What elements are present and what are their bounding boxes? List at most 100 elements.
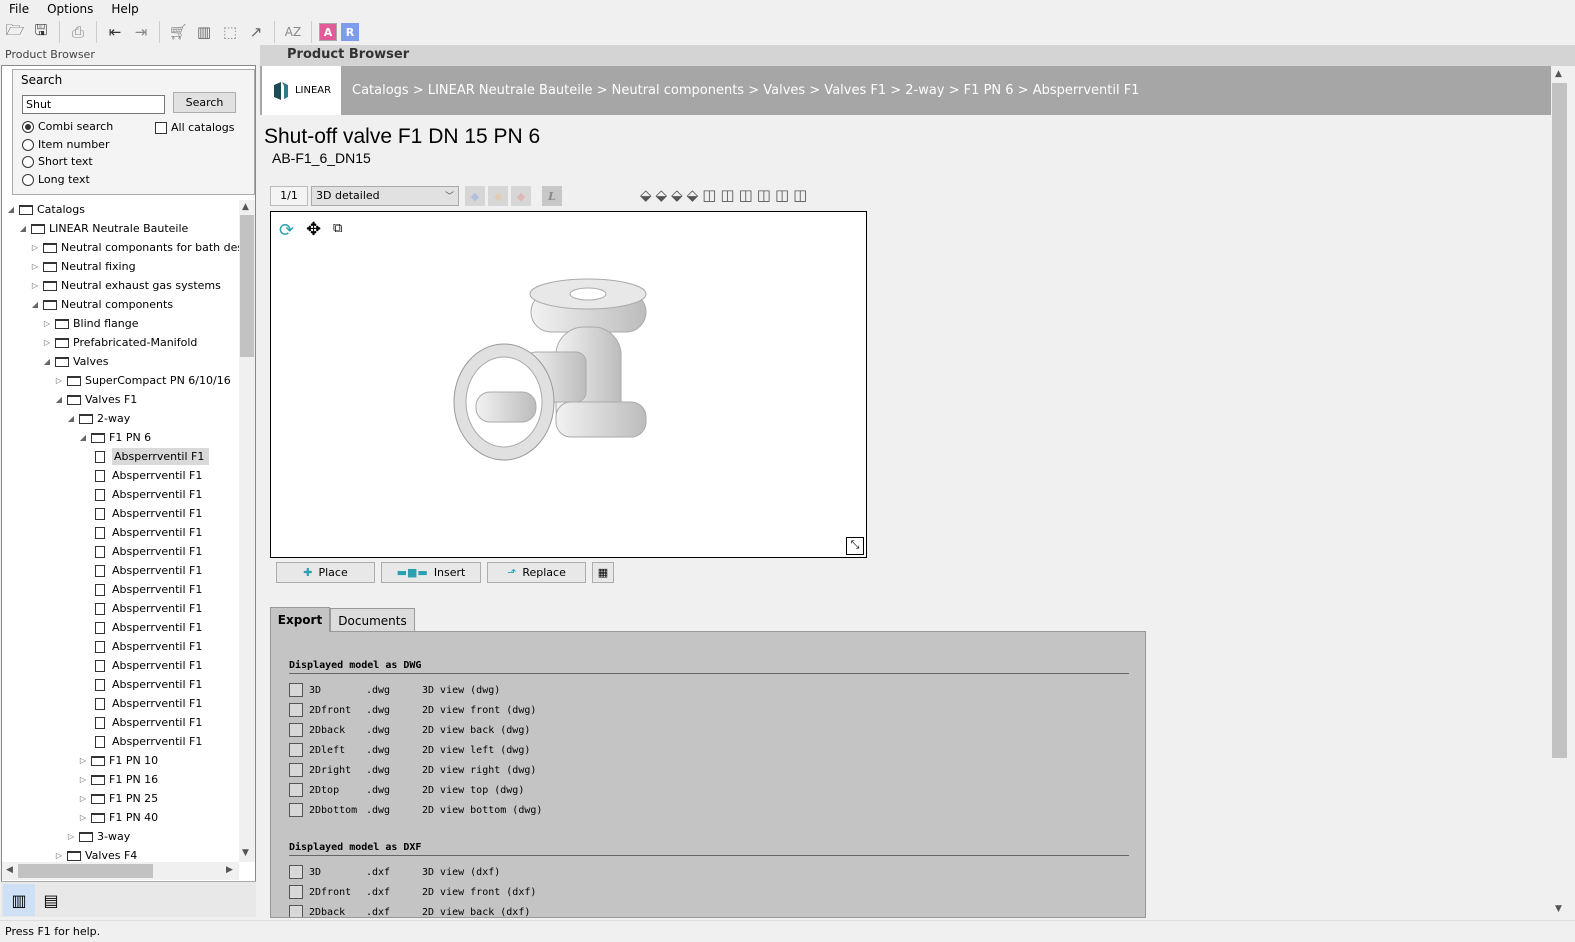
library-tab-icon[interactable]: ▥ — [3, 884, 35, 916]
tree-item[interactable]: Absperrventil F1 — [91, 694, 202, 713]
tree-item[interactable]: ◢ Valves — [43, 352, 109, 371]
view-top-icon[interactable]: ◫ — [775, 186, 789, 204]
tree-item[interactable]: Absperrventil F1 — [91, 656, 202, 675]
collapsed-arrow-icon[interactable]: ▷ — [43, 338, 51, 347]
export-row[interactable]: 2Dbottom .dwg 2D view bottom (dwg) — [289, 801, 542, 819]
collapsed-arrow-icon[interactable]: ▷ — [79, 775, 87, 784]
tree-item[interactable]: ▷ Neutral exhaust gas systems — [31, 276, 221, 295]
shade-red-icon[interactable]: ◆ — [511, 186, 531, 206]
view-left-icon[interactable]: ◫ — [739, 186, 753, 204]
scroll-up-icon[interactable]: ▲ — [1555, 69, 1562, 79]
radio-long-text[interactable]: Long text — [22, 173, 90, 186]
export-row[interactable]: 2Dfront .dwg 2D view front (dwg) — [289, 701, 536, 719]
pan-icon[interactable]: ✥ — [306, 219, 321, 240]
iso-view-4-icon[interactable]: ⬙ — [687, 186, 699, 204]
collapsed-arrow-icon[interactable]: ▷ — [67, 832, 75, 841]
zoom-window-icon[interactable]: ⧉ — [333, 221, 342, 236]
tree-item[interactable]: Absperrventil F1 — [91, 732, 202, 751]
export-icon[interactable]: ⇥ — [130, 21, 152, 43]
export-row[interactable]: 2Dright .dwg 2D view right (dwg) — [289, 761, 536, 779]
tree-item[interactable]: ▷ SuperCompact PN 6/10/16 — [55, 371, 231, 390]
light-icon[interactable]: L — [542, 186, 562, 206]
shade-blue-icon[interactable]: ◆ — [465, 186, 485, 206]
scroll-down-icon[interactable]: ▼ — [242, 848, 249, 858]
scroll-thumb[interactable] — [18, 864, 153, 878]
collapsed-arrow-icon[interactable]: ▷ — [43, 319, 51, 328]
tree-item[interactable]: Absperrventil F1 — [91, 523, 202, 542]
tree-item[interactable]: ◢ Valves F1 — [55, 390, 137, 409]
export-checkbox[interactable] — [289, 885, 303, 899]
export-checkbox[interactable] — [289, 743, 303, 757]
view-front-icon[interactable]: ◫ — [702, 186, 716, 204]
menu-options[interactable]: Options — [38, 0, 102, 18]
scroll-left-icon[interactable]: ◀ — [6, 865, 13, 875]
export-checkbox[interactable] — [289, 723, 303, 737]
tree-item[interactable]: ◢ LINEAR Neutrale Bauteile — [19, 219, 188, 238]
breadcrumb[interactable]: Catalogs > LINEAR Neutrale Bauteile > Ne… — [341, 83, 1139, 98]
open-folder-icon[interactable]: 🗁 — [4, 21, 26, 43]
tree-item[interactable]: Absperrventil F1 — [91, 675, 202, 694]
collapsed-arrow-icon[interactable]: ▷ — [79, 794, 87, 803]
tree-item[interactable]: Absperrventil F1 — [91, 561, 202, 580]
export-checkbox[interactable] — [289, 703, 303, 717]
expanded-arrow-icon[interactable]: ◢ — [31, 300, 39, 309]
cart-icon[interactable]: 🛒︎ — [167, 21, 189, 43]
export-checkbox[interactable] — [289, 783, 303, 797]
hatch-button[interactable]: ▦ — [592, 562, 614, 583]
view-bottom-icon[interactable]: ◫ — [793, 186, 807, 204]
all-catalogs-checkbox[interactable]: All catalogs — [155, 121, 234, 134]
scroll-right-icon[interactable]: ▶ — [226, 865, 233, 875]
tab-documents[interactable]: Documents — [330, 608, 415, 632]
tree-item[interactable]: ▷ F1 PN 25 — [79, 789, 158, 808]
expanded-arrow-icon[interactable]: ◢ — [79, 433, 87, 442]
tree-item[interactable]: ◢ F1 PN 6 — [79, 428, 151, 447]
replace-button[interactable]: ⬏ Replace — [487, 562, 586, 583]
scroll-thumb[interactable] — [1552, 83, 1567, 758]
scroll-thumb[interactable] — [240, 215, 254, 357]
collapsed-arrow-icon[interactable]: ▷ — [79, 756, 87, 765]
export-checkbox[interactable] — [289, 905, 303, 917]
rotate-icon[interactable]: ⟳ — [279, 220, 294, 241]
collapsed-arrow-icon[interactable]: ▷ — [79, 813, 87, 822]
tree-horizontal-scrollbar[interactable]: ◀ ▶ — [2, 862, 239, 880]
tree-item[interactable]: Absperrventil F1 — [91, 618, 202, 637]
export-row[interactable]: 3D .dwg 3D view (dwg) — [289, 681, 500, 699]
radio-short-text[interactable]: Short text — [22, 155, 93, 168]
fullscreen-icon[interactable]: ⤡ — [846, 537, 864, 555]
export-row[interactable]: 2Dback .dwg 2D view back (dwg) — [289, 721, 530, 739]
export-row[interactable]: 2Dback .dxf 2D view back (dxf) — [289, 903, 530, 917]
menu-help[interactable]: Help — [102, 0, 147, 18]
iso-view-2-icon[interactable]: ⬙ — [656, 186, 668, 204]
print-icon[interactable]: ⎙ — [67, 21, 89, 43]
view-mode-select[interactable]: 3D detailed ﹀ — [311, 186, 459, 206]
expanded-arrow-icon[interactable]: ◢ — [19, 224, 27, 233]
tree-item[interactable]: Absperrventil F1 — [91, 447, 210, 466]
collapsed-arrow-icon[interactable]: ▷ — [31, 262, 39, 271]
tree-item[interactable]: Absperrventil F1 — [91, 485, 202, 504]
iso-view-3-icon[interactable]: ⬙ — [671, 186, 683, 204]
tree-item[interactable]: Absperrventil F1 — [91, 580, 202, 599]
export-checkbox[interactable] — [289, 763, 303, 777]
tree-item[interactable]: Absperrventil F1 — [91, 637, 202, 656]
view-back-icon[interactable]: ◫ — [720, 186, 734, 204]
tree-item[interactable]: ▷ F1 PN 16 — [79, 770, 158, 789]
tree-item[interactable]: ▷ Valves F4 — [55, 846, 137, 862]
expanded-arrow-icon[interactable]: ◢ — [43, 357, 51, 366]
3d-viewport[interactable]: ⟳ ✥ ⧉ ⤡ — [270, 211, 867, 558]
tree-item[interactable]: ▷ Blind flange — [43, 314, 139, 333]
library-icon[interactable]: ▥ — [193, 21, 215, 43]
annotation-r-button[interactable]: R — [341, 23, 359, 41]
select-region-icon[interactable]: ⬚ — [219, 21, 241, 43]
expanded-arrow-icon[interactable]: ◢ — [7, 205, 15, 214]
export-checkbox[interactable] — [289, 865, 303, 879]
tree-item[interactable]: ▷ Neutral fixing — [31, 257, 136, 276]
menu-file[interactable]: File — [0, 0, 38, 18]
tree-item[interactable]: Absperrventil F1 — [91, 542, 202, 561]
tree-item[interactable]: ▷ Neutral componants for bath desi — [31, 238, 239, 257]
main-vertical-scrollbar[interactable]: ▲ ▼ — [1551, 66, 1568, 918]
tree-item[interactable]: ◢ 2-way — [67, 409, 130, 428]
tree-item[interactable]: ▷ 3-way — [67, 827, 130, 846]
export-row[interactable]: 2Dtop .dwg 2D view top (dwg) — [289, 781, 524, 799]
tab-export[interactable]: Export — [270, 607, 330, 632]
collapsed-arrow-icon[interactable]: ▷ — [55, 376, 63, 385]
